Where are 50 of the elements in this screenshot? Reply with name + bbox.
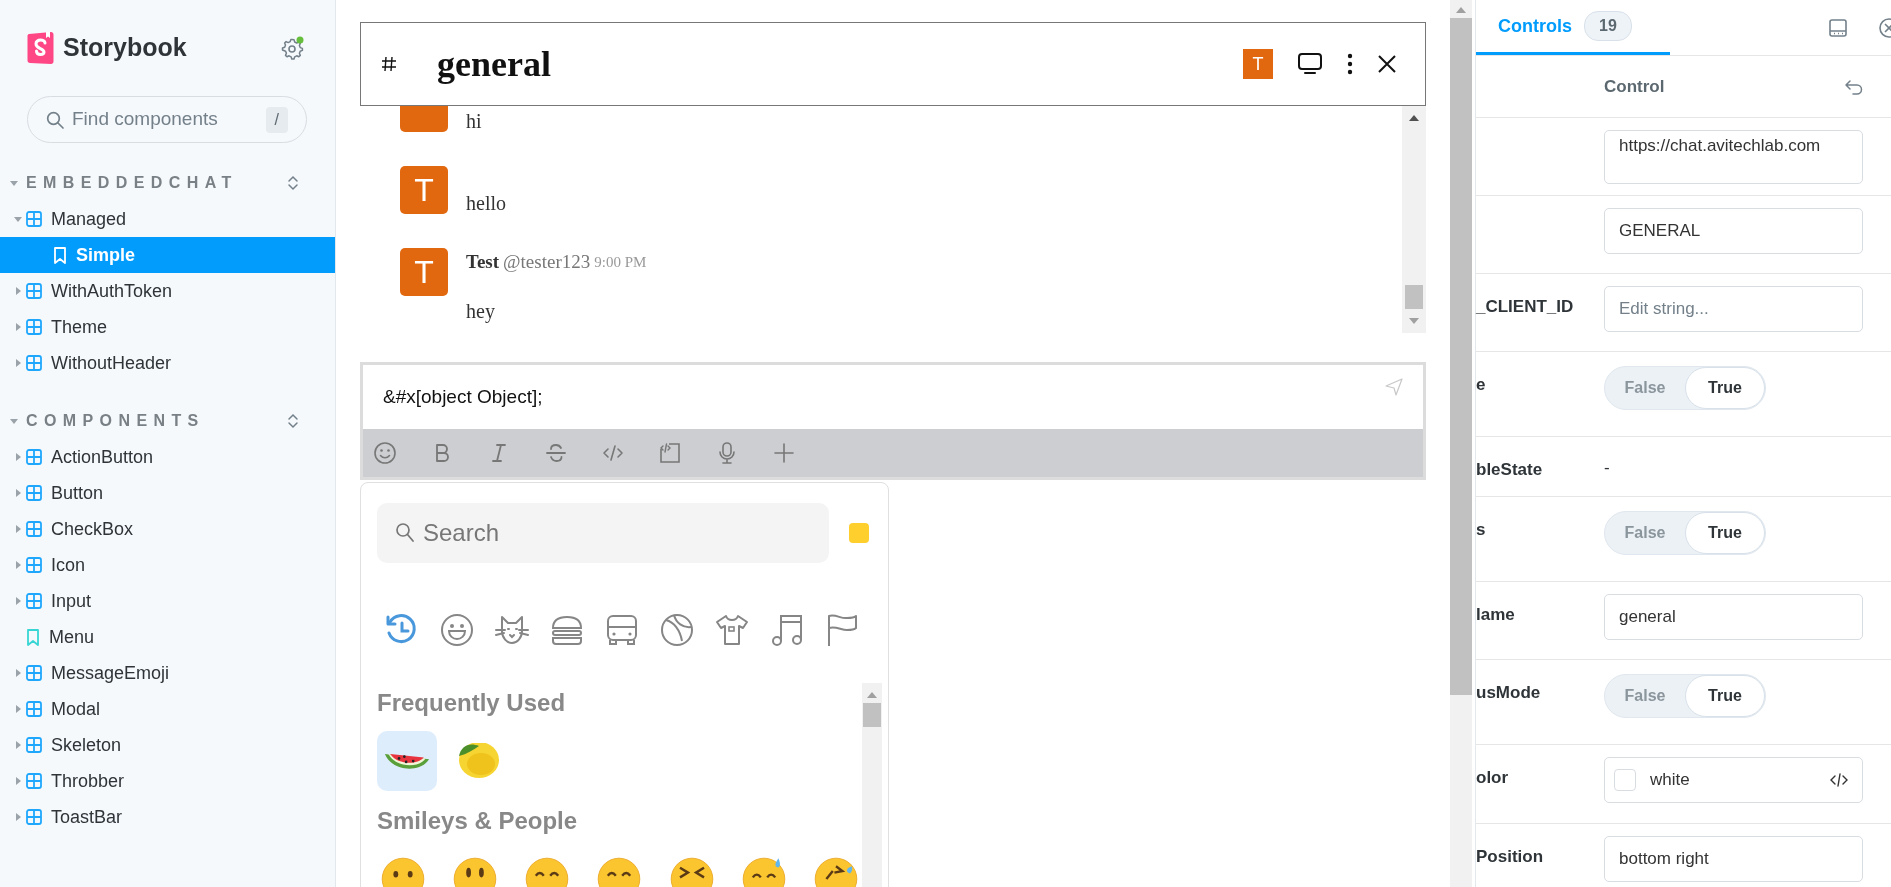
control-name: s [1476,520,1486,539]
tree-item[interactable]: MessageEmoji [0,655,335,691]
tree-item[interactable]: Menu [0,619,335,655]
tree-item[interactable]: Throbber [0,763,335,799]
controls-tab[interactable]: Controls 19 [1476,0,1670,55]
text-field[interactable]: bottom right [1604,836,1863,882]
column-header: Control [1604,75,1665,98]
control-name: e [1476,375,1486,394]
tree-item[interactable]: Icon [0,547,335,583]
control-name: lame [1476,605,1515,624]
message-time: 9:00 PM [594,252,647,272]
user-handle: @tester123 [503,249,591,274]
tree-item[interactable]: Managed [0,201,335,237]
tree-item[interactable]: ToastBar [0,799,335,835]
count-badge: 19 [1584,11,1632,41]
section-title: EMBEDDEDCHAT [26,173,238,193]
text-field[interactable]: GENERAL [1604,208,1863,254]
text-field[interactable]: general [1604,594,1863,640]
tree-item[interactable]: ActionButton [0,439,335,475]
message-text: hey [466,299,496,325]
control-name: Position [1476,847,1544,866]
message-text: hi [466,109,482,134]
control-value: - [1604,458,1610,477]
emoji-search-field[interactable]: Search [377,503,829,563]
toggle-option[interactable]: True [1685,367,1765,409]
text-field[interactable]: Edit string... [1604,286,1863,332]
control-name: olor [1476,768,1509,787]
text-field[interactable]: https://chat.avitechlab.com [1604,130,1863,184]
tree-item[interactable]: Skeleton [0,727,335,763]
toggle-option[interactable]: True [1685,512,1765,554]
category-title: Frequently Used [377,688,567,718]
brand-name: Storybook [63,32,187,64]
tree-item[interactable]: WithAuthToken [0,273,335,309]
control-name: bleState [1476,460,1543,479]
tree-item[interactable]: Button [0,475,335,511]
tree-item[interactable]: Modal [0,691,335,727]
channel-name: general [437,43,551,86]
section-title: COMPONENTS [26,411,205,431]
toggle-option[interactable]: True [1685,675,1765,717]
shortcut-key: / [265,106,288,133]
control-name: usMode [1476,683,1541,702]
user-name: Test [466,249,500,274]
control-name: _CLIENT_ID [1476,297,1574,316]
tree-item[interactable]: Input [0,583,335,619]
tree-item[interactable]: WithoutHeader [0,345,335,381]
tree-item[interactable]: Theme [0,309,335,345]
message-text: hello [466,191,506,216]
color-field[interactable]: white [1604,757,1863,803]
tree-item[interactable]: CheckBox [0,511,335,547]
category-title: Smileys & People [377,806,579,836]
